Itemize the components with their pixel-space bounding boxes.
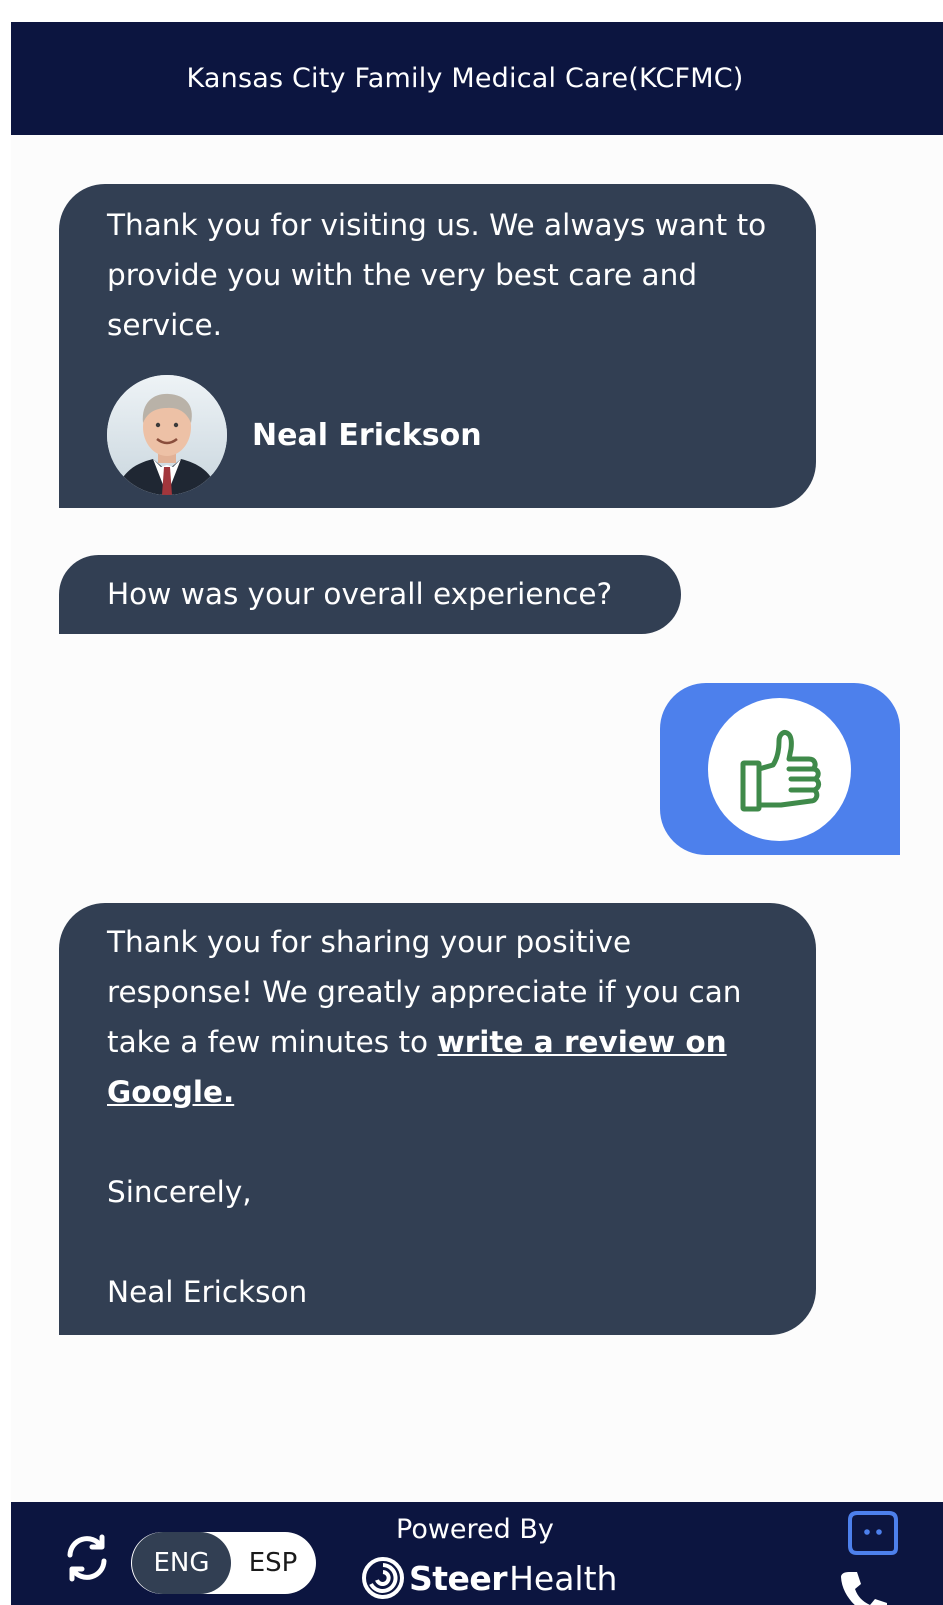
signature-text: Neal Erickson <box>107 1275 308 1309</box>
thanks-body: Thank you for sharing your positive resp… <box>107 917 776 1117</box>
chat-icon[interactable] <box>847 1510 899 1556</box>
powered-by-label: Powered By <box>396 1514 554 1545</box>
brand-steer: Steer <box>409 1558 508 1598</box>
page-title: Kansas City Family Medical Care(KCFMC) <box>186 63 744 94</box>
thanks-message: Thank you for sharing your positive resp… <box>59 903 816 1335</box>
question-message: How was your overall experience? <box>59 555 681 634</box>
language-toggle[interactable]: ENG ESP <box>131 1532 316 1594</box>
footer-bar: ENG ESP Powered By Steer Health <box>11 1502 943 1605</box>
greeting-message: Thank you for visiting us. We always wan… <box>59 184 816 508</box>
greeting-text: Thank you for visiting us. We always wan… <box>107 208 767 342</box>
phone-icon[interactable] <box>839 1568 889 1605</box>
avatar <box>107 375 227 495</box>
thumbs-up-icon <box>708 698 851 841</box>
brand-health: Health <box>509 1558 618 1598</box>
steer-logo-icon <box>362 1557 404 1599</box>
user-response-message <box>660 683 900 855</box>
header-bar: Kansas City Family Medical Care(KCFMC) <box>11 22 943 135</box>
closing-text: Sincerely, <box>107 1175 252 1209</box>
refresh-icon[interactable] <box>61 1532 113 1584</box>
sender-name: Neal Erickson <box>252 417 482 453</box>
sender-info: Neal Erickson <box>107 375 482 495</box>
lang-option-eng[interactable]: ENG <box>132 1532 231 1594</box>
lang-option-esp[interactable]: ESP <box>231 1532 315 1594</box>
chat-app: Kansas City Family Medical Care(KCFMC) T… <box>11 22 943 1605</box>
steer-health-logo[interactable]: Steer Health <box>361 1556 617 1600</box>
